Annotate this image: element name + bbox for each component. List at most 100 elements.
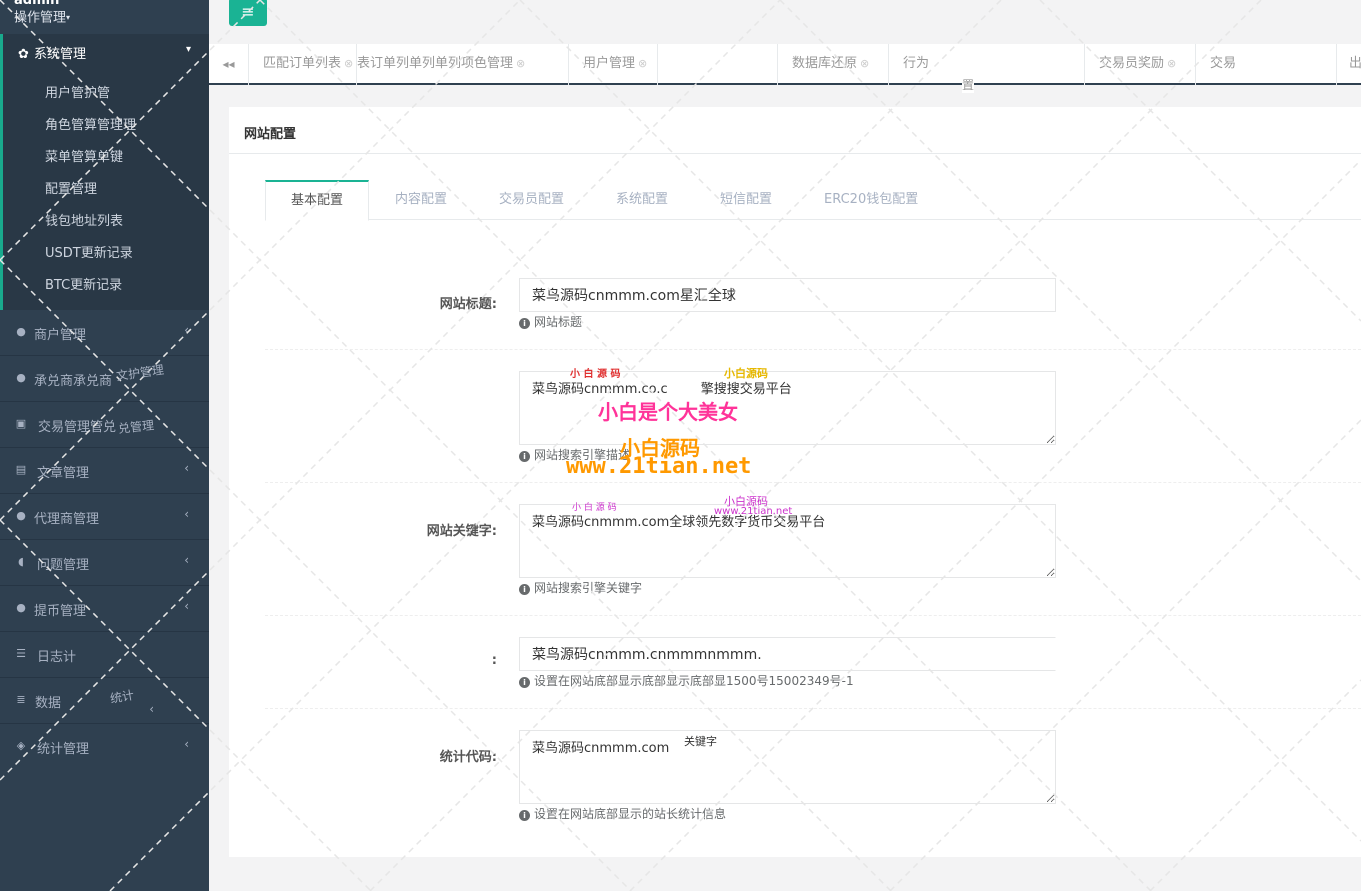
sidebar-item-logs[interactable]: ☰ 日志计 [0, 632, 209, 678]
site-keywords-help: i 网站搜索引擎关键字 [519, 579, 642, 596]
sidebar-subitem-config[interactable]: 配置管理 [45, 178, 97, 197]
page-tab[interactable]: 数据库还原 ⊗ [778, 44, 889, 85]
sidebar-subitem-wallets[interactable]: 钱包地址列表 [45, 210, 123, 229]
page-tab[interactable]: 行为 [889, 44, 1085, 85]
close-icon[interactable]: ⊗ [638, 57, 647, 70]
comment-icon: ◖ [18, 555, 24, 568]
sidebar-item-agents[interactable]: ● 代理商管理 ‹ [0, 494, 209, 540]
tab-erc20[interactable]: ERC20钱包配置 [824, 180, 918, 220]
sidebar-item-system[interactable]: ✿ 系统管理 [18, 43, 86, 62]
tab-traders[interactable]: 交易员配置 [499, 180, 564, 220]
page-tab[interactable]: 交易员奖励 ⊗ [1085, 44, 1196, 85]
hamburger-icon: ≡ [241, 2, 255, 21]
tab-sms[interactable]: 短信配置 [720, 180, 772, 220]
info-icon: i [519, 318, 530, 329]
sidebar-item-merchants[interactable]: ● 商户管理 ‹ [0, 310, 209, 356]
profile[interactable]: admin 操作管理▾ [14, 0, 70, 28]
watermark-text: 小白是个大美女 [598, 400, 738, 424]
page-tab[interactable]: 用户管理 ⊗ [569, 44, 658, 85]
site-title-input[interactable] [519, 278, 1056, 312]
user-icon: ● [16, 509, 26, 522]
chevron-left-icon: ‹ [184, 553, 189, 567]
user-icon: ● [16, 325, 26, 338]
icp-input[interactable] [519, 637, 1056, 671]
close-icon[interactable]: ⊗ [1167, 57, 1176, 70]
sidebar-subitem-users[interactable]: 用户管护管 [45, 82, 110, 101]
site-title-label: 网站标题: [439, 297, 497, 312]
tab-system[interactable]: 系统配置 [616, 180, 668, 220]
site-title-help: i 网站标题 [519, 313, 582, 330]
close-icon[interactable]: ⊗ [344, 57, 353, 70]
info-icon: i [519, 584, 530, 595]
sidebar-item-statistics[interactable]: ◈ 统计管理 ‹ [0, 724, 209, 770]
close-icon[interactable]: ⊗ [516, 57, 525, 70]
page-tabs-bar: ◂◂ 匹配订单列表 ⊗ 表订单列单列单列项色管理 ⊗ 用户管理 ⊗ 数据库还原 ⊗ 行为… [209, 44, 1361, 85]
chevron-left-icon: ‹ [184, 737, 189, 751]
stats-code-label: 统计代码: [439, 750, 497, 765]
watermark-text: 置 [962, 76, 975, 93]
double-left-icon: ◂◂ [222, 57, 235, 71]
icp-help: i 设置在网站底部显示底部显示底部显1500号15002349号-1 [519, 672, 854, 689]
sidebar-item-withdrawals[interactable]: ● 提币管理 ‹ [0, 586, 209, 632]
page-tab[interactable]: 表订单列单列单列项色管理 ⊗ [357, 44, 569, 85]
page-tab[interactable]: 交易 [1196, 44, 1336, 85]
divider [265, 349, 1361, 350]
sidebar-subitem-menus[interactable]: 菜单管算单键 [45, 146, 123, 165]
user-icon: ● [16, 601, 26, 614]
chevron-left-icon: ‹ [184, 461, 189, 475]
config-tabs: 基本配置 内容配置 交易员配置 系统配置 短信配置 ERC20钱包配置 [265, 180, 1361, 221]
sidebar-item-articles[interactable]: ▤ 文章管理 ‹ [0, 448, 209, 494]
sidebar-subitem-roles[interactable]: 角色管算管理理 [45, 114, 136, 133]
panel-title: 网站配置 [244, 127, 297, 142]
role-dropdown[interactable]: 操作管理▾ [14, 9, 70, 28]
cube-icon: ◈ [16, 739, 26, 752]
tab-content[interactable]: 内容配置 [395, 180, 447, 220]
sidebar: admin 操作管理▾ ✿ 系统管理 ▾ 用户管护管 角色管算管理理 菜单管算单键… [0, 0, 209, 891]
site-keywords-label: 网站关键字: [426, 524, 497, 539]
watermark-text: 小 白 源 码 [572, 503, 617, 513]
sidebar-group-system: ✿ 系统管理 ▾ 用户管护管 角色管算管理理 菜单管算单键 配置管理 钱包地址列表… [0, 34, 209, 310]
page-tab[interactable] [658, 44, 778, 85]
divider [265, 482, 1361, 483]
chevron-down-icon[interactable]: ▾ [186, 44, 191, 55]
tab-basic[interactable]: 基本配置 [265, 180, 370, 221]
config-panel: 网站配置 基本配置 内容配置 交易员配置 系统配置 短信配置 ERC20钱包配置… [229, 107, 1361, 857]
watermark-text: www.21tian.net [714, 506, 793, 517]
tabs-prev-button[interactable]: ◂◂ [209, 44, 249, 85]
sidebar-item-trades[interactable]: ▣ 交易管理管兑 [0, 402, 209, 448]
gear-icon: ✿ [18, 47, 29, 62]
menu-toggle-button[interactable]: ≡ [229, 0, 267, 26]
watermark-text: 关键字 [684, 735, 717, 748]
icp-label: : [491, 653, 497, 668]
watermark-text: 小白源码 [724, 367, 768, 380]
chevron-left-icon: ‹ [184, 599, 189, 613]
sidebar-item-questions[interactable]: ◖ 问题管理 ‹ [0, 540, 209, 586]
user-icon: ● [16, 371, 26, 384]
top-navbar: ≡ [209, 0, 1361, 44]
sidebar-item-acceptors[interactable]: ● 承兑商承兑商 [0, 356, 209, 402]
info-icon: i [519, 451, 530, 462]
watermark-text: 小 白 源 码 [570, 369, 621, 380]
list-icon: ☰ [16, 647, 26, 660]
divider [265, 615, 1361, 616]
stats-code-textarea[interactable]: 菜鸟源码cnmmm.com [519, 730, 1056, 804]
chevron-left-icon: ‹ [184, 323, 189, 337]
copy-icon: ▤ [15, 463, 27, 476]
stats-code-help: i 设置在网站底部显示的站长统计信息 [519, 805, 726, 822]
sidebar-subitem-usdt[interactable]: USDT更新记录 [45, 242, 133, 261]
caret-down-icon: ▾ [66, 13, 71, 22]
close-icon[interactable]: ⊗ [860, 57, 869, 70]
chevron-left-icon: ‹ [149, 702, 154, 716]
page-tab[interactable]: 匹配订单列表 ⊗ [249, 44, 357, 85]
panel-header: 网站配置 [229, 107, 1361, 154]
divider [265, 708, 1361, 709]
tabs-exit-button[interactable]: 出 [1336, 44, 1361, 85]
sidebar-subitem-btc[interactable]: BTC更新记录 [45, 274, 122, 293]
sidebar-item-database[interactable]: ≣ 数据 ‹ [0, 678, 209, 724]
database-icon: ≣ [16, 693, 26, 706]
chevron-left-icon: ‹ [184, 507, 189, 521]
info-icon: i [519, 677, 530, 688]
username: admin [14, 0, 60, 8]
watermark-text: www.21tian.net [566, 454, 752, 479]
picture-icon: ▣ [15, 417, 27, 430]
